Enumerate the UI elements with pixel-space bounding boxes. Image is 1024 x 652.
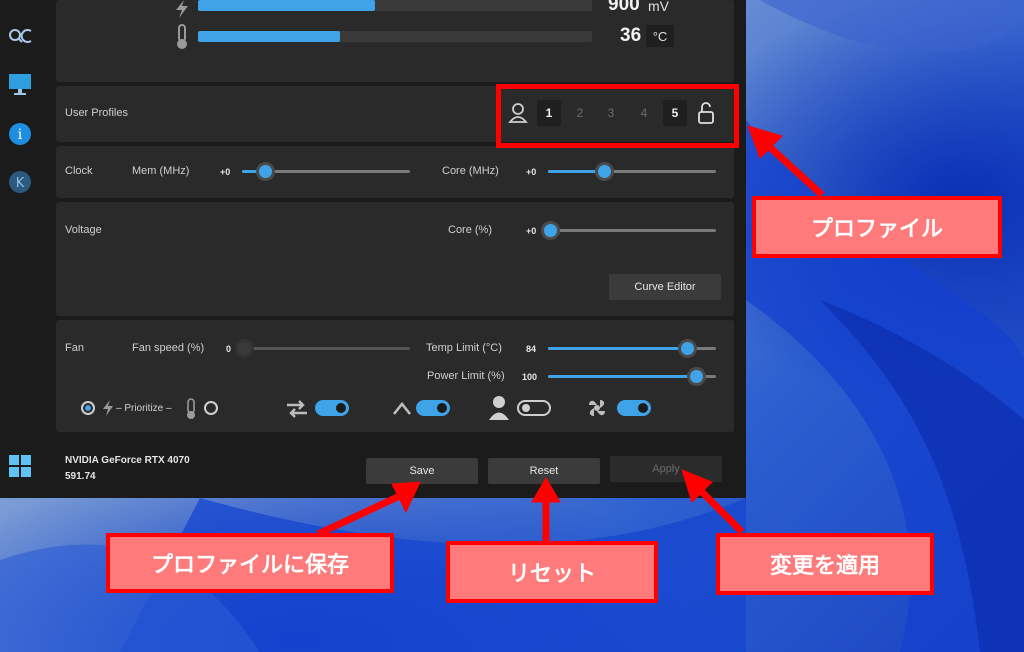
apply-callout: 変更を適用: [716, 533, 934, 595]
save-arrow-shaft: [316, 490, 406, 538]
profile-arrow-shaft: [759, 137, 825, 198]
profile-callout: プロファイル: [752, 196, 1002, 258]
save-callout: プロファイルに保存: [106, 533, 394, 593]
reset-callout: リセット: [446, 541, 658, 603]
reset-arrow-head: [531, 477, 561, 503]
apply-arrow-shaft: [693, 483, 745, 535]
